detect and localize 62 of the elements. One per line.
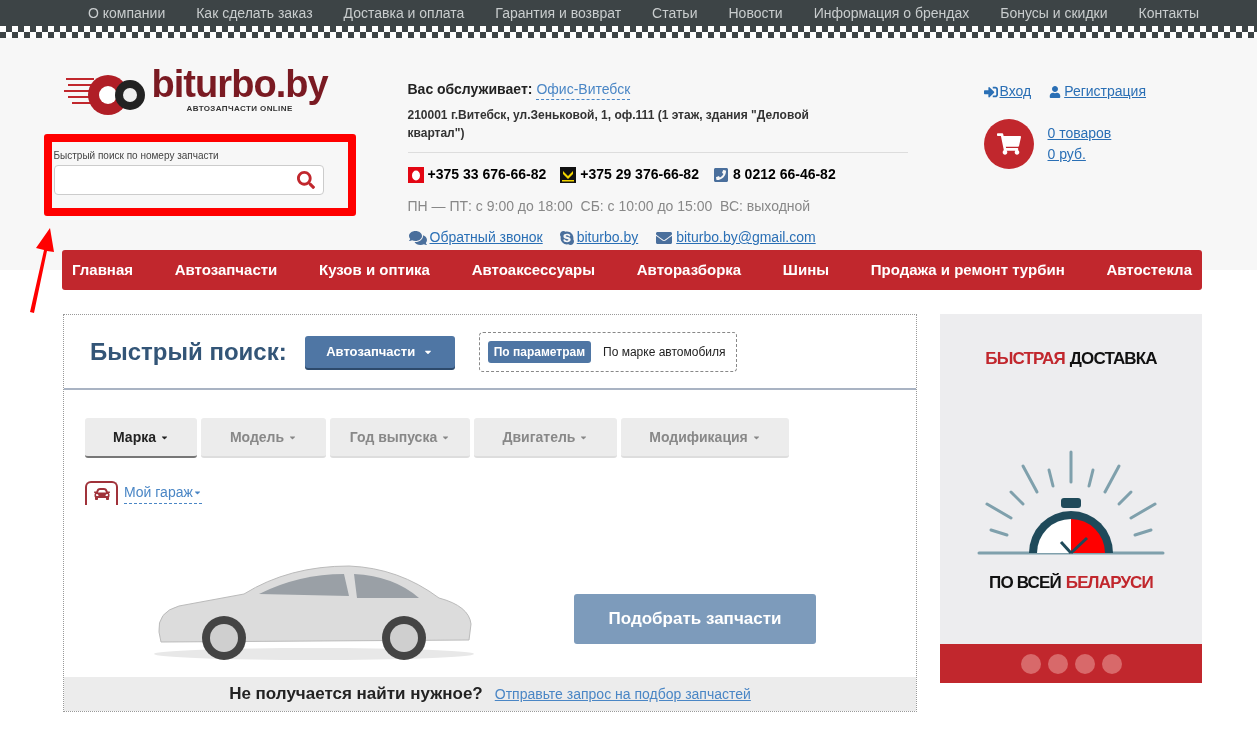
main-menu-link[interactable]: Автозапчасти xyxy=(174,258,278,282)
main-menu-link[interactable]: Главная xyxy=(72,258,133,282)
office-label: Вас обслуживает: xyxy=(407,80,533,99)
top-menu-link[interactable]: Статьи xyxy=(652,2,698,24)
footer-question: Не получается найти нужное? xyxy=(229,683,483,706)
cart-items-link[interactable]: 0 товаров xyxy=(1047,123,1112,144)
search-icon[interactable] xyxy=(296,171,315,189)
quick-search-title: Быстрый поиск: xyxy=(90,336,287,367)
category-dropdown[interactable]: Автозапчасти xyxy=(304,335,455,368)
office-link[interactable]: Офис-Витебск xyxy=(536,81,631,100)
cart-button[interactable] xyxy=(983,119,1034,169)
request-link[interactable]: Отправьте запрос на подбор запчастей xyxy=(494,683,751,705)
cart-sum-link[interactable]: 0 руб. xyxy=(1047,144,1112,165)
office-address: 210001 г.Витебск, ул.Зеньковой, 1, оф.111 (1 этаж, здания "Деловой квартал") xyxy=(407,107,810,142)
cart-icon xyxy=(996,132,1021,156)
top-menu-link[interactable]: Новости xyxy=(728,2,783,24)
login-link[interactable]: Вход xyxy=(983,81,1032,102)
main-menu-link[interactable]: Авторазборка xyxy=(636,258,742,282)
phone-icon xyxy=(712,166,729,183)
search-mode-tab[interactable]: По параметрам xyxy=(487,340,592,363)
logo-name: biturbo.by xyxy=(151,65,328,103)
filter-tab[interactable]: Марка xyxy=(85,418,197,458)
contact-link[interactable]: biturbo.by@gmail.com xyxy=(676,227,816,248)
phone-number: 8 0212 66-46-82 xyxy=(732,165,836,184)
working-hours: ПН — ПТ: с 9:00 до 18:00 СБ: с 10:00 до 15:00 ВС: выходной xyxy=(407,197,812,216)
filter-tab[interactable]: Модель xyxy=(201,418,326,458)
user-icon xyxy=(1049,85,1062,98)
main-menu-link[interactable]: Кузов и оптика xyxy=(319,258,430,282)
search-label: Быстрый поиск по номеру запчасти xyxy=(53,149,220,163)
garage-link[interactable]: Мой гараж xyxy=(124,482,202,504)
login-icon xyxy=(983,84,998,99)
banner-subline: ПО ВСЕЙ БЕЛАРУСИ xyxy=(989,571,1153,594)
contact-link[interactable]: biturbo.by xyxy=(576,227,639,248)
main-menu-link[interactable]: Продажа и ремонт турбин xyxy=(870,258,1065,282)
garage-icon xyxy=(85,481,118,505)
logo[interactable]: biturbo.by АВТОЗАПЧАСТИ ONLINE xyxy=(63,64,404,120)
top-menu-link[interactable]: Как сделать заказ xyxy=(196,2,313,24)
top-menu-link[interactable]: О компании xyxy=(88,2,166,24)
contact-link[interactable]: Обратный звонок xyxy=(429,227,543,248)
caret-icon xyxy=(192,488,202,497)
chat-icon xyxy=(407,229,428,246)
email-icon xyxy=(654,229,675,246)
search-mode-tab[interactable]: По марке автомобиля xyxy=(601,340,728,363)
egg-icon xyxy=(407,166,424,183)
filter-tab[interactable]: Двигатель xyxy=(474,418,617,458)
banner-headline: БЫСТРАЯ ДОСТАВКА xyxy=(985,348,1157,370)
top-menu-link[interactable]: Бонусы и скидки xyxy=(1000,2,1108,24)
filter-tab[interactable]: Модификация xyxy=(621,418,789,458)
phone-number: +375 33 676-66-82 xyxy=(427,165,547,184)
main-menu-link[interactable]: Автостекла xyxy=(1106,258,1192,282)
main-menu-link[interactable]: Шины xyxy=(782,258,830,282)
top-menu-link[interactable]: Контакты xyxy=(1138,2,1199,24)
top-menu-link[interactable]: Доставка и оплата xyxy=(343,2,465,24)
filter-tab[interactable]: Год выпуска xyxy=(330,418,470,458)
skype-icon xyxy=(558,229,575,246)
top-menu-link[interactable]: Информация о брендах xyxy=(813,2,970,24)
top-menu-link[interactable]: Гарантия и возврат xyxy=(495,2,622,24)
phone-number: +375 29 376-66-82 xyxy=(580,165,699,184)
part-search-field[interactable] xyxy=(53,165,324,195)
register-link[interactable]: Регистрация xyxy=(1049,81,1146,102)
main-menu-link[interactable]: Автоаксессуары xyxy=(471,258,596,282)
logo-tagline: АВТОЗАПЧАСТИ ONLINE xyxy=(186,104,293,115)
